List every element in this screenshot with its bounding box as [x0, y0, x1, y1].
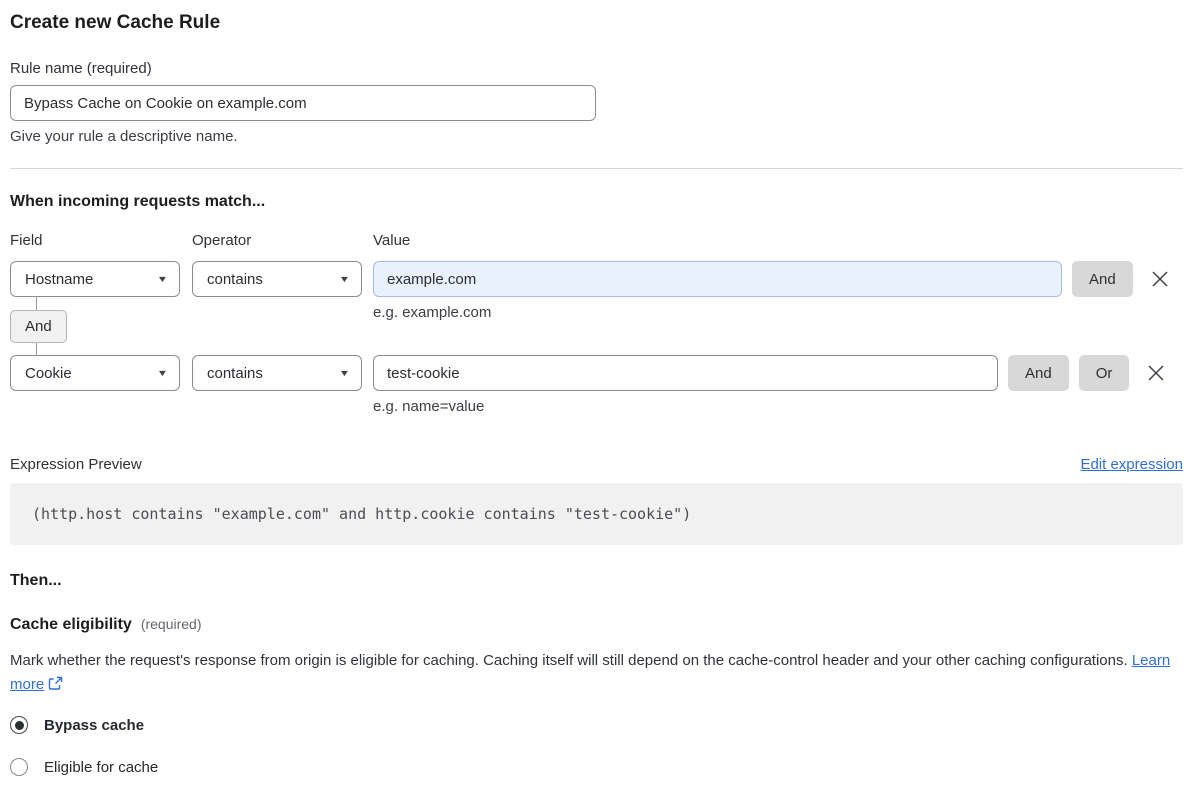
- chevron-down-icon: ▼: [156, 274, 169, 284]
- condition-column-labels: Field Operator Value: [10, 232, 1183, 250]
- required-note: (required): [140, 616, 202, 632]
- and-button-row1[interactable]: And: [1072, 261, 1133, 297]
- value-column-label: Value: [373, 232, 411, 249]
- section-divider: [10, 168, 1183, 169]
- condition-row: Hostname ▼ contains ▼ And: [10, 261, 1183, 297]
- rule-name-input[interactable]: [10, 85, 596, 121]
- operator-select-1[interactable]: contains ▼: [192, 261, 362, 297]
- match-heading: When incoming requests match...: [10, 193, 266, 210]
- operator-column-label: Operator: [192, 232, 252, 249]
- connector-line: [36, 297, 37, 310]
- radio-label: Bypass cache: [44, 716, 145, 734]
- value-input-2[interactable]: [373, 355, 998, 391]
- field-select-1[interactable]: Hostname ▼: [10, 261, 180, 297]
- expression-preview-label: Expression Preview: [10, 456, 142, 473]
- chevron-down-icon: ▼: [156, 368, 169, 378]
- connector-line: [36, 343, 37, 355]
- field-column-label: Field: [10, 232, 43, 249]
- or-button-row2[interactable]: Or: [1078, 355, 1130, 391]
- remove-condition-button-1[interactable]: [1148, 267, 1172, 291]
- radio-option-eligible-for-cache[interactable]: Eligible for cache: [10, 758, 1183, 776]
- expression-preview-header: Expression Preview Edit expression: [10, 456, 1183, 474]
- then-heading: Then...: [10, 572, 62, 589]
- cache-eligibility-heading: Cache eligibility: [10, 616, 132, 633]
- operator-select-1-value: contains: [207, 270, 263, 288]
- chevron-down-icon: ▼: [338, 368, 351, 378]
- edit-expression-link[interactable]: Edit expression: [1080, 456, 1183, 473]
- operator-select-2[interactable]: contains ▼: [192, 355, 362, 391]
- connector-and-button[interactable]: And: [10, 310, 67, 343]
- operator-select-2-value: contains: [207, 364, 263, 382]
- rule-name-label: Rule name (required): [10, 60, 152, 77]
- close-icon: [1152, 271, 1168, 287]
- remove-condition-button-2[interactable]: [1144, 361, 1168, 385]
- radio-option-bypass-cache[interactable]: Bypass cache: [10, 716, 1183, 734]
- description-text: Mark whether the request's response from…: [10, 652, 1128, 669]
- cache-eligibility-description: Mark whether the request's response from…: [10, 649, 1175, 697]
- close-icon: [1148, 365, 1164, 381]
- value-input-1[interactable]: [373, 261, 1062, 297]
- cache-eligibility-header: Cache eligibility (required): [10, 615, 1183, 634]
- field-select-2[interactable]: Cookie ▼: [10, 355, 180, 391]
- and-button-row2[interactable]: And: [1008, 355, 1069, 391]
- radio-selected-icon: [10, 716, 28, 734]
- rule-name-helper: Give your rule a descriptive name.: [10, 128, 238, 145]
- condition-row: Cookie ▼ contains ▼ And Or: [10, 355, 1183, 391]
- radio-label: Eligible for cache: [44, 758, 159, 776]
- condition-connector-area: And e.g. example.com: [10, 297, 1183, 355]
- page-title: Create new Cache Rule: [10, 12, 221, 33]
- external-link-icon: [48, 676, 63, 690]
- field-select-1-value: Hostname: [25, 270, 94, 288]
- create-cache-rule-page: Create new Cache Rule Rule name (require…: [0, 0, 1200, 776]
- radio-unselected-icon: [10, 758, 28, 776]
- value-hint-2: e.g. name=value: [373, 398, 485, 415]
- chevron-down-icon: ▼: [338, 274, 351, 284]
- value-hint-1: e.g. example.com: [373, 304, 492, 321]
- expression-code-block: (http.host contains "example.com" and ht…: [10, 483, 1183, 545]
- field-select-2-value: Cookie: [25, 364, 72, 382]
